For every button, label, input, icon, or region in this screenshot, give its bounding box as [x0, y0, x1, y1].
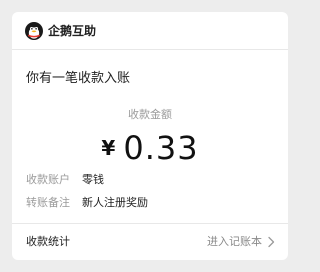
notification-card[interactable]: 企鹅互助 你有一笔收款入账 收款金额 ¥0.33 收款账户 零钱 转账备注 新人… — [12, 12, 288, 260]
app-name: 企鹅互助 — [48, 24, 97, 38]
header-divider — [12, 49, 288, 50]
detail-label: 收款账户 — [26, 173, 70, 186]
detail-label: 转账备注 — [26, 196, 70, 209]
footer-bar[interactable]: 收款统计 进入记账本 — [12, 234, 288, 260]
detail-value: 零钱 — [82, 173, 104, 186]
detail-value: 新人注册奖励 — [82, 196, 148, 209]
amount-caption: 收款金额 — [128, 108, 172, 121]
open-ledger-link[interactable]: 进入记账本 — [207, 234, 276, 249]
open-ledger-label: 进入记账本 — [207, 235, 262, 248]
card-header: 企鹅互助 — [12, 12, 288, 49]
chevron-right-icon — [268, 236, 275, 247]
currency-symbol: ¥ — [101, 136, 116, 160]
footer-divider — [12, 223, 288, 224]
amount-display: ¥0.33 — [12, 128, 288, 174]
penguin-icon — [25, 22, 43, 40]
amount-value: 0.33 — [123, 129, 199, 167]
stats-label: 收款统计 — [26, 235, 70, 248]
message-title: 你有一笔收款入账 — [26, 71, 131, 86]
